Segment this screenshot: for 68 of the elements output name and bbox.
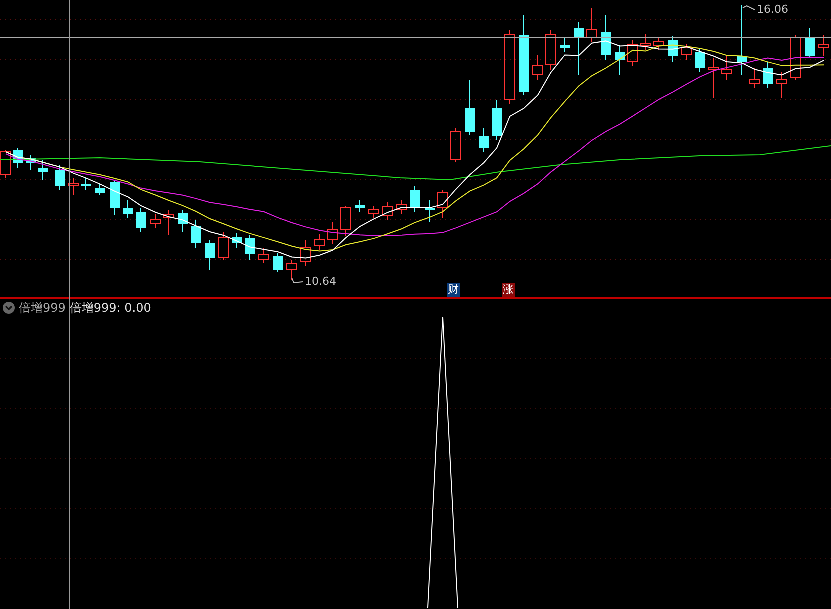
candlestick [750, 68, 760, 88]
candlestick [560, 38, 570, 52]
candlestick [546, 30, 556, 70]
candlestick [790, 34, 802, 80]
candlestick [615, 44, 625, 76]
candlestick [286, 260, 298, 280]
candlestick [682, 44, 692, 60]
candlestick [55, 164, 65, 190]
candlestick [492, 100, 502, 140]
candlestick [314, 234, 326, 250]
candlestick [737, 4, 747, 76]
candlestick [340, 206, 352, 236]
candlestick [479, 128, 489, 152]
candlestick [273, 252, 283, 272]
low-pointer-icon [292, 278, 304, 284]
candlestick [0, 150, 12, 178]
event-marker[interactable]: 涨 [502, 283, 515, 297]
candlestick [425, 200, 435, 222]
candlestick [68, 178, 80, 196]
low-price-label: 10.64 [305, 276, 336, 288]
candlestick [628, 40, 638, 66]
candlestick [300, 240, 312, 266]
candlestick [763, 62, 773, 88]
candlestick [574, 22, 584, 76]
candlestick [123, 200, 133, 218]
high-pointer-icon [742, 5, 756, 10]
candlestick [110, 180, 120, 216]
candlestick [232, 232, 242, 248]
candlestick [668, 36, 678, 62]
collapse-icon[interactable] [3, 302, 15, 314]
candlestick [601, 14, 611, 60]
candlestick [438, 190, 448, 218]
candlestick [410, 186, 420, 212]
indicator-reading: 倍增999: 0.00 [70, 301, 152, 315]
candlestick [13, 148, 23, 168]
candlestick [382, 202, 394, 220]
candlestick [586, 8, 598, 42]
candlestick [396, 200, 408, 214]
high-price-label: 16.06 [757, 4, 788, 16]
candlestick [640, 34, 652, 50]
candlestick [164, 210, 174, 236]
candlestick [805, 28, 815, 58]
candlestick [776, 72, 788, 98]
candlestick [81, 178, 91, 190]
candlestick [722, 54, 732, 80]
candlestick [191, 220, 201, 248]
candlestick [355, 200, 365, 212]
indicator-name: 倍增999 [19, 301, 66, 315]
candlestick [245, 234, 255, 260]
candlestick [178, 210, 188, 232]
candlestick [26, 154, 36, 170]
event-marker[interactable]: 财 [447, 283, 460, 297]
candlestick [95, 184, 105, 196]
candlestick [695, 48, 705, 72]
candlestick [218, 232, 230, 260]
candlestick [328, 222, 338, 244]
candlestick [708, 58, 720, 98]
candlestick [818, 34, 830, 56]
candlestick [465, 80, 475, 136]
candlestick [258, 248, 270, 264]
candlestick [150, 214, 162, 228]
candlestick [654, 38, 664, 50]
candlestick [450, 128, 462, 162]
candlestick [38, 160, 48, 180]
candlestick [205, 240, 215, 270]
candlestick [136, 208, 146, 232]
candlestick [368, 206, 380, 218]
candlestick [532, 54, 544, 80]
